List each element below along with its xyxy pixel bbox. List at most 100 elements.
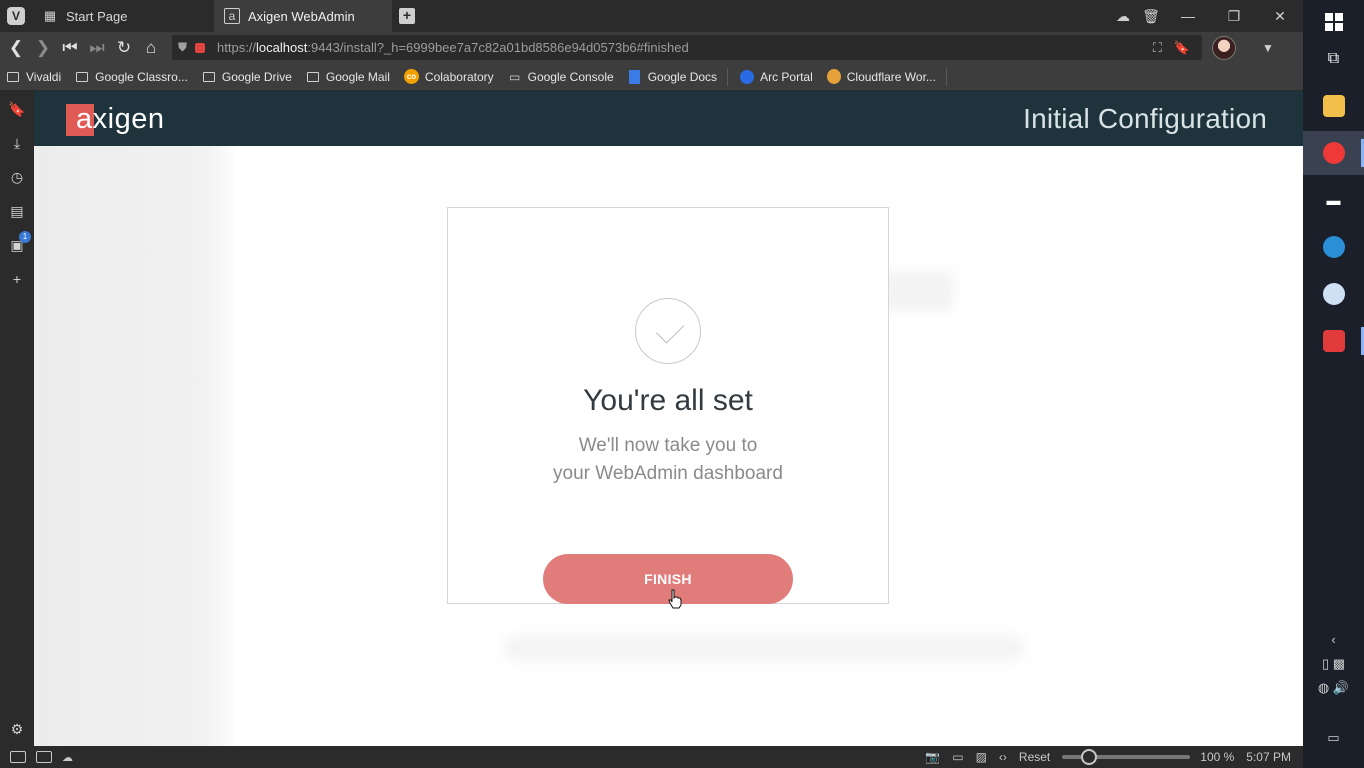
notification-badge: 1 <box>19 231 31 243</box>
system-tray-icons[interactable]: ▯ ▩ <box>1303 656 1364 672</box>
bookmark-separator <box>727 67 729 86</box>
task-view-icon[interactable]: ⧉ <box>1303 37 1364 81</box>
file-explorer-icon[interactable] <box>1303 84 1364 128</box>
console-icon: ▭ <box>508 69 521 84</box>
finish-label: FINISH <box>644 571 692 587</box>
restore-button[interactable]: ❐ <box>1211 8 1257 25</box>
blurred-background <box>504 636 1024 660</box>
minimize-button[interactable]: — <box>1165 8 1211 24</box>
trash-icon[interactable]: 🗑 <box>1137 8 1165 25</box>
tab-start-page[interactable]: ▦ Start Page <box>32 0 214 32</box>
bookmark-label: Google Console <box>527 69 614 84</box>
bird-app-icon[interactable] <box>1303 272 1364 316</box>
bookmark-label: Cloudflare Wor... <box>846 69 936 84</box>
windows-taskbar: ⧉ ▬ ‹ ▯ ▩ ◍ 🔊 ▭ <box>1303 0 1364 768</box>
bookmark-google-mail[interactable]: Google Mail <box>306 70 390 84</box>
bookmark-arc-portal[interactable]: Arc Portal <box>740 69 813 84</box>
back-button[interactable]: ❮ <box>5 38 27 58</box>
vivaldi-icon: V <box>7 7 25 25</box>
subtitle-line-2: your WebAdmin dashboard <box>553 463 783 484</box>
bookmark-google-console[interactable]: ▭ Google Console <box>508 70 614 84</box>
forward-button[interactable]: ❯ <box>32 38 54 58</box>
folder-icon <box>75 70 89 84</box>
vivaldi-taskbar-icon[interactable] <box>1303 131 1364 175</box>
notifications-icon[interactable]: ▭ <box>1303 730 1364 746</box>
image-icon[interactable]: ▨ <box>976 750 987 764</box>
checkmark-icon <box>635 298 701 364</box>
bookmark-label: Vivaldi <box>26 69 62 84</box>
bookmark-label: Google Docs <box>647 69 718 84</box>
vivaldi-menu-button[interactable]: V <box>0 0 32 32</box>
folder-icon <box>306 70 320 84</box>
bookmark-vivaldi[interactable]: Vivaldi <box>6 70 61 84</box>
tab-label: Axigen WebAdmin <box>248 8 355 24</box>
bookmark-cloudflare-workers[interactable]: Cloudflare Wor... <box>826 69 936 84</box>
zoom-level: 100 % <box>1200 750 1235 764</box>
page-tiling-icon[interactable]: ▭ <box>952 750 963 764</box>
add-panel-icon[interactable]: + <box>0 271 34 287</box>
zoom-slider[interactable] <box>1062 749 1191 765</box>
zoom-reset-button[interactable]: Reset <box>1019 750 1050 764</box>
tab-label: Start Page <box>66 8 128 24</box>
folder-icon <box>6 70 20 84</box>
docs-icon <box>628 69 642 84</box>
home-button[interactable]: ⌂ <box>140 38 162 58</box>
plus-icon: + <box>399 8 415 24</box>
app-header: axigen Initial Configuration <box>34 91 1303 146</box>
bookmark-google-docs[interactable]: Google Docs <box>628 69 718 84</box>
bookmark-label: Colaboratory <box>424 69 494 84</box>
headphones-app-icon[interactable] <box>1303 225 1364 269</box>
bookmarks-panel-icon[interactable]: 🔖 <box>0 101 34 118</box>
history-icon[interactable]: ◷ <box>0 169 34 186</box>
new-tab-button[interactable]: + <box>392 0 422 32</box>
rewind-button[interactable]: ⏮ <box>59 38 81 58</box>
cloudflare-icon <box>826 69 841 84</box>
url-host: localhost <box>256 40 308 55</box>
toggle-panel-icon[interactable] <box>10 751 26 763</box>
insecure-lock-icon[interactable] <box>195 42 206 53</box>
chevron-left-icon[interactable]: ‹ <box>1303 632 1364 647</box>
tab-axigen-webadmin[interactable]: a Axigen WebAdmin <box>214 0 392 32</box>
colab-icon: co <box>403 69 419 84</box>
profile-avatar[interactable] <box>1212 35 1236 60</box>
bookmark-label: Google Classro... <box>95 69 188 84</box>
terminal-icon[interactable]: ▬ <box>1303 178 1364 222</box>
bookmark-label: Google Drive <box>221 69 292 84</box>
page-title: Initial Configuration <box>1023 103 1267 134</box>
tab-bar: V ▦ Start Page a Axigen WebAdmin + ☁ 🗑 —… <box>0 0 1303 32</box>
settings-gear-icon[interactable]: ⚙ <box>0 721 34 738</box>
axigen-logo: axigen <box>66 103 164 136</box>
downloads-icon[interactable]: ⤓ <box>0 135 34 152</box>
red-app-icon[interactable] <box>1303 319 1364 363</box>
logo-text: axigen <box>76 103 165 135</box>
code-icon[interactable]: ‹› <box>999 750 1007 764</box>
network-volume-icons[interactable]: ◍ 🔊 <box>1303 680 1364 696</box>
url-field[interactable]: ⛊ https://localhost:9443/install?_h=6999… <box>172 35 1202 60</box>
axigen-favicon: a <box>224 8 240 24</box>
window-panel-icon[interactable]: ▣ 1 <box>0 231 34 254</box>
tile-icon[interactable] <box>36 751 52 763</box>
bookmark-page-icon[interactable]: 🔖 <box>1174 40 1190 56</box>
cloud-sync-icon[interactable]: ☁ <box>1109 8 1137 25</box>
bookmark-label: Arc Portal <box>760 69 813 84</box>
fast-forward-button[interactable]: ⏭ <box>86 38 108 58</box>
capture-icon[interactable]: ⛶ <box>1153 40 1162 56</box>
grid-icon: ▦ <box>43 8 57 23</box>
bookmark-google-classroom[interactable]: Google Classro... <box>75 70 188 84</box>
address-toolbar: ❮ ❯ ⏮ ⏭ ↻ ⌂ ⛊ https://localhost:9443/ins… <box>0 32 1303 63</box>
zoom-slider-knob[interactable] <box>1081 749 1098 765</box>
close-window-button[interactable]: ✕ <box>1257 8 1303 25</box>
bookmark-google-drive[interactable]: Google Drive <box>202 70 292 84</box>
folder-icon <box>202 70 216 84</box>
bookmark-colaboratory[interactable]: co Colaboratory <box>403 69 494 84</box>
reload-button[interactable]: ↻ <box>113 38 135 58</box>
shield-icon[interactable]: ⛊ <box>178 40 187 55</box>
cloud-icon[interactable]: ☁ <box>62 751 73 764</box>
arc-icon <box>740 69 755 84</box>
chevron-down-icon[interactable]: ▼ <box>1262 41 1274 55</box>
card-subtitle: We'll now take you to your WebAdmin dash… <box>448 432 888 488</box>
blurred-sidebar <box>34 146 234 746</box>
url-rest: :9443/install?_h=6999bee7a7c82a01bd8586e… <box>307 40 689 55</box>
camera-icon[interactable]: 📷 <box>925 750 940 764</box>
notes-icon[interactable]: ▤ <box>0 203 34 220</box>
